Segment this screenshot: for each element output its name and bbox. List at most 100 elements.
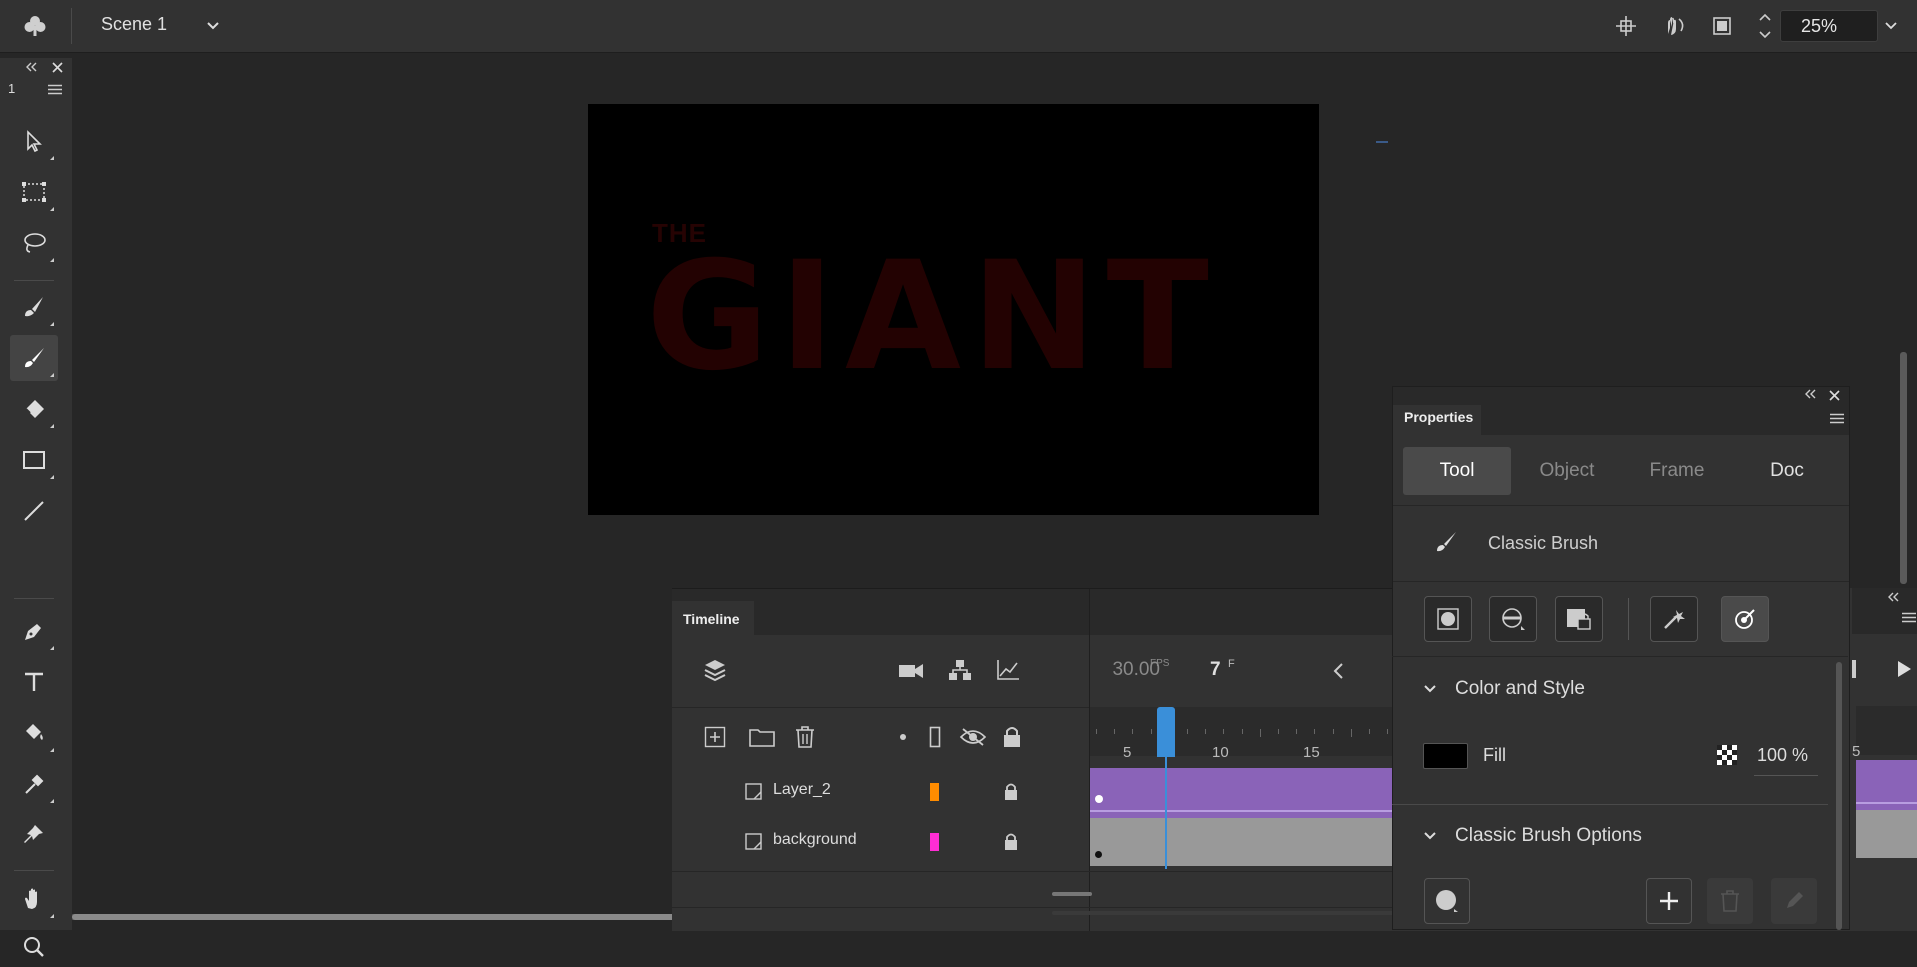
eraser-tool-icon[interactable]: [10, 386, 58, 432]
tool-name: Classic Brush: [1488, 533, 1599, 553]
stage-mark: [1376, 141, 1388, 143]
snap-icon[interactable]: [1611, 11, 1641, 41]
current-frame-value[interactable]: 7: [1210, 659, 1221, 681]
close-panel-icon[interactable]: [1829, 390, 1840, 401]
hand-tool-icon[interactable]: [10, 876, 58, 922]
tab-tool[interactable]: Tool: [1403, 447, 1511, 495]
timeline-layers-divider: [1089, 589, 1090, 931]
scene-label[interactable]: Scene 1: [101, 14, 167, 35]
previous-frame-icon[interactable]: [1332, 661, 1346, 681]
scene-dropdown-chevron-icon[interactable]: [198, 11, 228, 41]
graph-icon[interactable]: [996, 659, 1020, 681]
ruler-label-15: 15: [1303, 744, 1320, 761]
ruler-label-10: 10: [1212, 744, 1229, 761]
zoom-tool-icon[interactable]: [10, 927, 58, 967]
text-tool-icon[interactable]: [10, 659, 58, 705]
object-drawing-mode-button[interactable]: [1424, 596, 1472, 642]
ruler-tick: [1114, 729, 1116, 734]
layer-type-icon: [744, 832, 764, 852]
tilt-button[interactable]: [1721, 596, 1769, 642]
playhead-handle[interactable]: [1157, 707, 1175, 757]
outline-layers-icon[interactable]: [929, 726, 941, 748]
properties-title: Properties: [1404, 409, 1474, 425]
layer-color-swatch[interactable]: [930, 833, 939, 851]
panel-menu-icon[interactable]: [1830, 413, 1844, 424]
parenting-icon[interactable]: [948, 659, 972, 681]
zoom-input[interactable]: 25%: [1780, 10, 1878, 42]
tab-doc[interactable]: Doc: [1733, 447, 1841, 495]
selection-tool-icon[interactable]: [10, 118, 58, 164]
free-transform-tool-icon[interactable]: [10, 169, 58, 215]
add-brush-button[interactable]: [1646, 878, 1692, 924]
ruler-tick: [1314, 729, 1316, 734]
collapse-panel-icon[interactable]: [24, 62, 38, 72]
asset-warp-tool-icon[interactable]: [10, 812, 58, 858]
layer-name[interactable]: background: [773, 831, 857, 849]
camera-icon[interactable]: [898, 661, 924, 681]
frame-unit: F: [1228, 658, 1235, 670]
timeline-menu-icon[interactable]: [1902, 612, 1916, 623]
rotate-stage-icon[interactable]: [1659, 11, 1689, 41]
frame-zoom-slider[interactable]: [1052, 892, 1092, 896]
ruler-tick: [1259, 729, 1261, 737]
clip-outside-stage-icon[interactable]: [1707, 11, 1737, 41]
paint-brush-tool-icon[interactable]: [10, 284, 58, 330]
stage-vertical-scrollbar[interactable]: [1900, 352, 1907, 584]
edit-brush-button[interactable]: [1771, 878, 1817, 924]
tab-frame[interactable]: Frame: [1623, 447, 1731, 495]
brush-mode-button[interactable]: [1489, 596, 1537, 642]
highlight-layers-dot-icon[interactable]: [900, 734, 906, 740]
tab-object[interactable]: Object: [1513, 447, 1621, 495]
layer-lock-icon[interactable]: [1003, 782, 1019, 802]
delete-brush-button[interactable]: [1707, 878, 1753, 924]
new-folder-icon[interactable]: [749, 726, 775, 748]
layer-name[interactable]: Layer_2: [773, 781, 831, 799]
fill-alpha-value[interactable]: 100 %: [1757, 745, 1808, 766]
paint-bucket-tool-icon[interactable]: [10, 710, 58, 756]
zoom-stepper[interactable]: [1756, 10, 1774, 42]
lock-all-layers-icon[interactable]: [1002, 725, 1022, 749]
brush-shape-button[interactable]: [1424, 878, 1470, 924]
ruler-tick: [1350, 729, 1352, 737]
ruler-tick: [1369, 729, 1370, 734]
close-panel-icon[interactable]: [52, 62, 63, 73]
color-style-chevron-icon[interactable]: [1422, 682, 1438, 696]
new-layer-icon[interactable]: [704, 726, 726, 748]
ruler-tick: [1241, 729, 1243, 734]
ruler-tick: [1205, 729, 1207, 734]
line-tool-icon[interactable]: [10, 488, 58, 534]
layer-color-swatch[interactable]: [930, 783, 939, 801]
ruler-label-right: 5: [1852, 743, 1861, 760]
classic-brush-tool-icon[interactable]: [10, 335, 58, 381]
pressure-button[interactable]: [1650, 596, 1698, 642]
playhead-line: [1165, 757, 1167, 869]
keyframe-dot[interactable]: [1095, 851, 1102, 858]
eyedropper-tool-icon[interactable]: [10, 761, 58, 807]
fill-color-swatch[interactable]: [1423, 743, 1468, 769]
lock-fill-button[interactable]: [1555, 596, 1603, 642]
layer-lock-icon[interactable]: [1003, 832, 1019, 852]
section-color-style[interactable]: Color and Style: [1455, 678, 1585, 700]
play-right-icon[interactable]: [1895, 659, 1913, 679]
properties-scrollbar[interactable]: [1836, 662, 1842, 930]
ruler-tick: [1223, 729, 1225, 734]
collapse-panel-icon[interactable]: [1803, 389, 1817, 399]
pen-tool-icon[interactable]: [10, 608, 58, 654]
stage-canvas[interactable]: THE GIANT: [588, 104, 1319, 515]
club-icon[interactable]: [20, 11, 50, 41]
brush-options-chevron-icon[interactable]: [1422, 829, 1438, 843]
layers-icon[interactable]: [702, 657, 728, 683]
divider: [71, 8, 72, 44]
keyframe-dot[interactable]: [1095, 795, 1103, 803]
panel-menu-icon[interactable]: [48, 84, 62, 95]
delete-layer-icon[interactable]: [794, 725, 816, 749]
hide-all-layers-icon[interactable]: [959, 727, 987, 747]
zoom-dropdown-chevron-icon[interactable]: [1876, 11, 1906, 41]
lasso-tool-icon[interactable]: [10, 220, 58, 266]
ruler-tick: [1132, 729, 1134, 734]
ruler-label-5: 5: [1123, 744, 1132, 761]
section-brush-options[interactable]: Classic Brush Options: [1455, 825, 1642, 847]
timeline-collapse-right-icon[interactable]: [1886, 592, 1900, 602]
rectangle-tool-icon[interactable]: [10, 437, 58, 483]
top-bar: Scene 1 25%: [0, 0, 1917, 53]
